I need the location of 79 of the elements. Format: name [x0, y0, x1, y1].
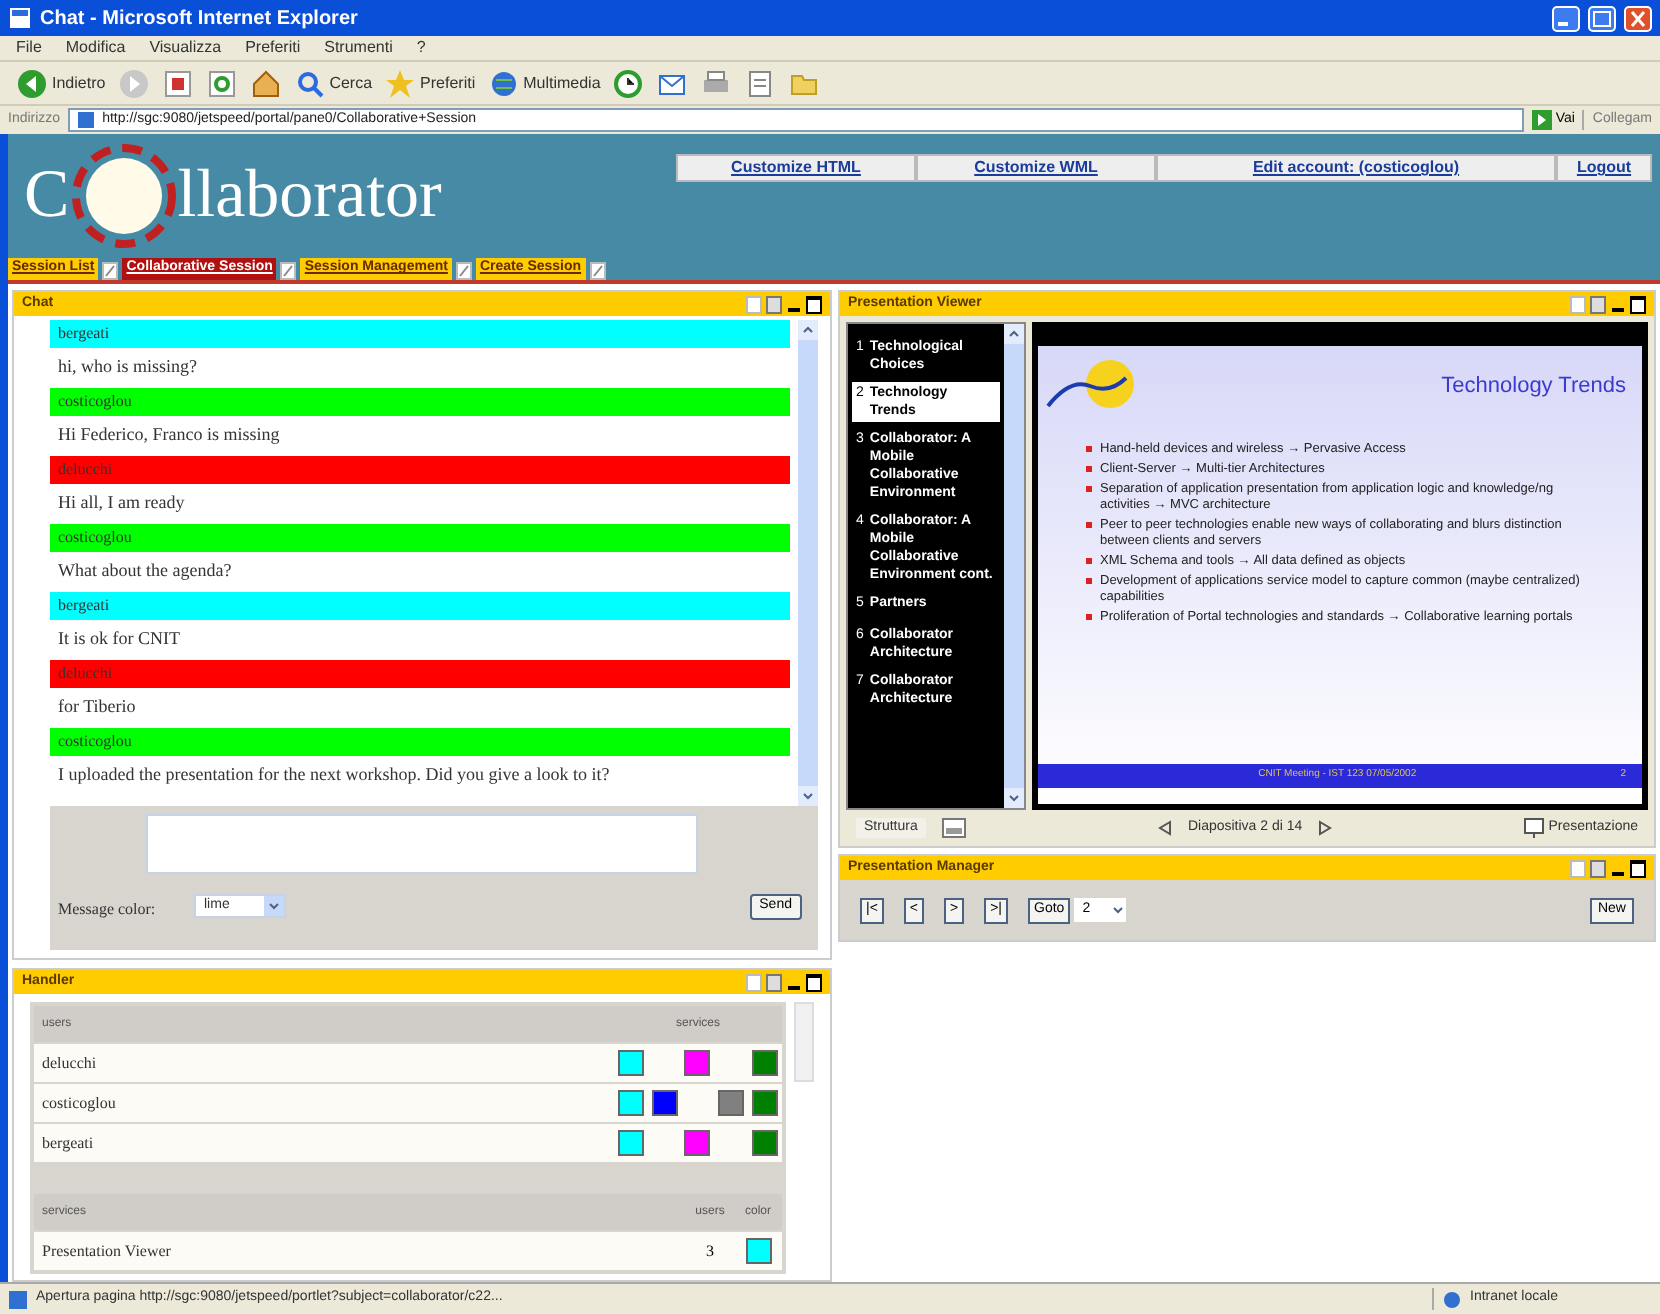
menu-item[interactable]: Visualizza — [149, 36, 222, 60]
globe-icon — [487, 67, 520, 99]
header-link[interactable]: Customize WML — [916, 154, 1156, 182]
slide-title: Technology Trends — [1441, 371, 1626, 402]
back-icon — [16, 67, 48, 99]
chat-user-bar: costicoglou — [50, 388, 790, 416]
bullet-icon — [1086, 610, 1092, 622]
menu-item[interactable]: Strumenti — [324, 36, 393, 60]
chat-user-bar: bergeati — [50, 320, 790, 348]
next-icon[interactable] — [1318, 820, 1335, 836]
scroll-up-icon[interactable] — [798, 320, 818, 340]
maximize-icon[interactable] — [806, 973, 822, 991]
scroll-up-icon[interactable] — [1004, 324, 1024, 344]
page-icon — [78, 112, 95, 128]
bullet-icon — [1086, 574, 1092, 586]
bullet-icon — [1086, 482, 1092, 494]
user-name: delucchi — [40, 1051, 99, 1075]
bullet-icon — [1086, 518, 1092, 530]
clock-icon[interactable] — [612, 67, 645, 99]
scrollbar[interactable] — [1004, 324, 1024, 808]
message-input[interactable] — [146, 814, 698, 874]
dropdown-icon — [264, 896, 284, 916]
search-icon — [293, 67, 326, 99]
header-link[interactable]: Logout — [1556, 154, 1652, 182]
maximize-icon[interactable] — [806, 295, 822, 313]
chat-user-bar: delucchi — [50, 456, 790, 484]
previous-icon[interactable] — [1155, 820, 1172, 836]
scrollbar[interactable] — [798, 320, 818, 806]
chat-message: I uploaded the presentation for the next workshop. Did you give a look to it? — [56, 762, 612, 789]
close-icon[interactable] — [1624, 5, 1652, 31]
maximize-icon[interactable] — [1630, 295, 1646, 313]
page-loading-icon — [8, 1289, 28, 1309]
chat-message: hi, who is missing? — [56, 354, 200, 381]
menu-item[interactable]: ? — [416, 36, 426, 60]
refresh-icon[interactable] — [205, 67, 238, 99]
chat-user-bar: bergeati — [50, 592, 790, 620]
browser-icon — [8, 6, 32, 30]
scroll-down-icon[interactable] — [1004, 788, 1024, 808]
scrollbar[interactable] — [794, 1002, 814, 1082]
star-icon — [384, 67, 417, 99]
chat-message: What about the agenda? — [56, 558, 234, 585]
slide-thumbnail-icon[interactable] — [941, 818, 966, 838]
user-name: costicoglou — [40, 1091, 118, 1116]
intranet-icon — [1442, 1289, 1462, 1309]
chat-message: Hi all, I am ready — [56, 490, 187, 517]
user-count: 3 — [704, 1239, 716, 1263]
chat-message: It is ok for CNIT — [56, 626, 182, 653]
maximize-icon[interactable] — [1630, 859, 1646, 877]
chat-user-bar: costicoglou — [50, 728, 790, 756]
home-icon[interactable] — [249, 67, 282, 99]
user-name: bergeati — [40, 1131, 96, 1156]
chat-message: Hi Federico, Franco is missing — [56, 422, 282, 449]
minimize-icon[interactable] — [1552, 5, 1580, 31]
message-color-label: Message color: — [58, 898, 156, 922]
stop-icon[interactable] — [161, 67, 194, 99]
bullet-icon — [1086, 462, 1092, 474]
window-title: Chat - Microsoft Internet Explorer — [40, 5, 358, 33]
scroll-down-icon[interactable] — [798, 786, 818, 806]
menu-item[interactable]: File — [16, 36, 42, 60]
favorites-button[interactable]: Preferiti — [384, 67, 476, 99]
logo-text: llaborator — [177, 162, 442, 230]
media-button[interactable]: Multimedia — [487, 67, 601, 99]
header-link[interactable]: Customize HTML — [676, 154, 916, 182]
logo-text: C — [24, 162, 70, 230]
chat-user-bar: delucchi — [50, 660, 790, 688]
document-icon[interactable] — [744, 67, 777, 99]
go-icon — [1531, 110, 1552, 130]
chat-message: for Tiberio — [56, 694, 138, 721]
chat-user-bar: costicoglou — [50, 524, 790, 552]
logo-ring-icon — [69, 142, 178, 250]
search-button[interactable]: Cerca — [293, 67, 373, 99]
service-name: Presentation Viewer — [40, 1239, 173, 1263]
screen-icon — [1524, 818, 1545, 838]
back-button[interactable]: Indietro — [16, 67, 106, 99]
bullet-icon — [1086, 554, 1092, 566]
bullet-icon — [1086, 442, 1092, 454]
menu-item[interactable]: Preferiti — [245, 36, 301, 60]
header-link[interactable]: Edit account: (costicoglou) — [1156, 154, 1556, 182]
menu-item[interactable]: Modifica — [65, 36, 126, 60]
